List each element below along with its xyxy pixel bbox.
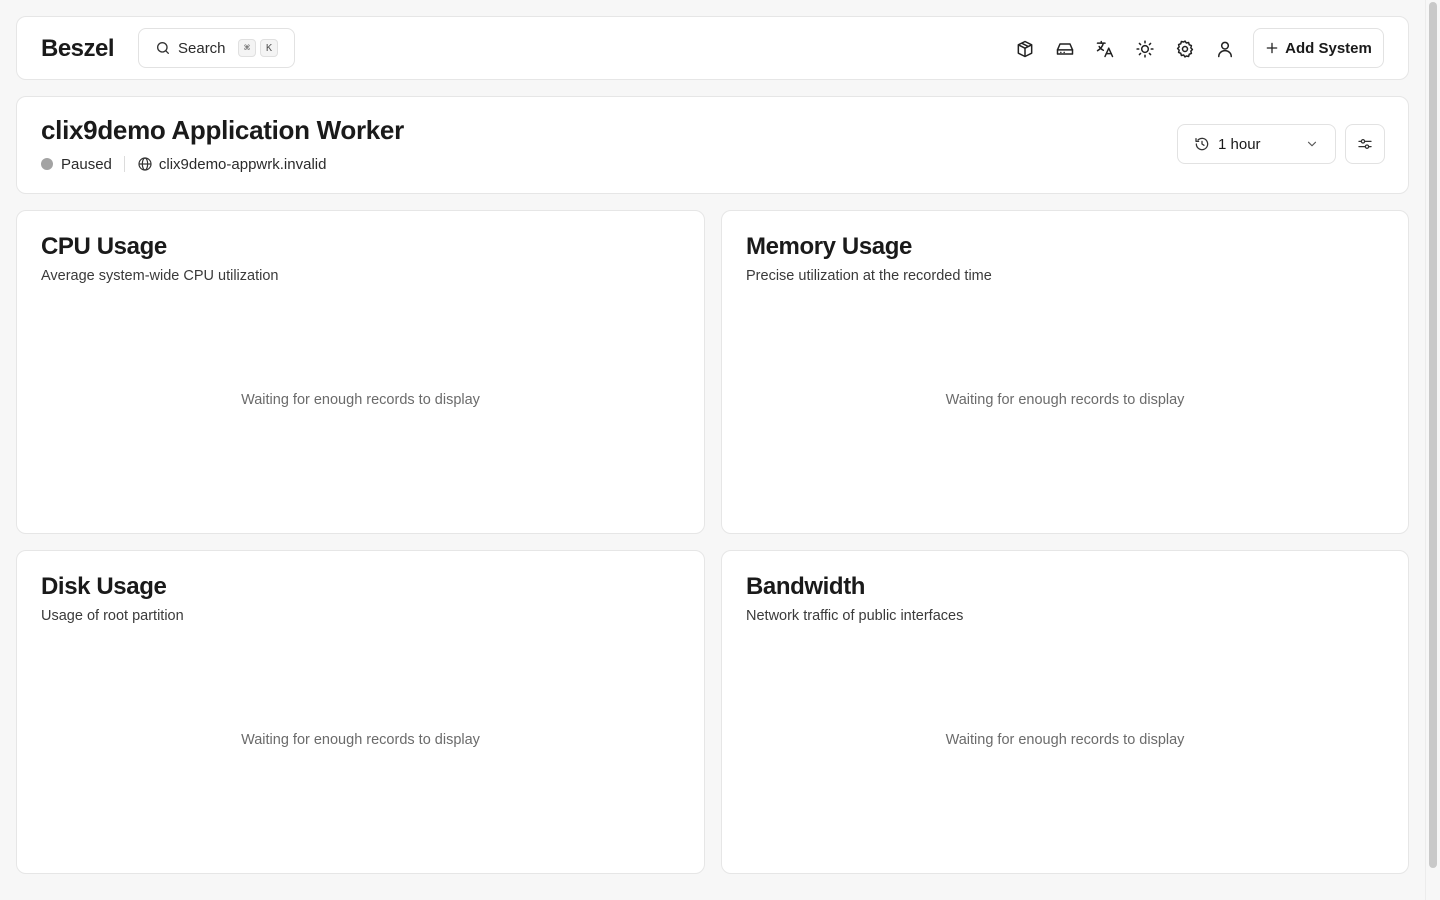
system-name: clix9demo Application Worker [41,115,404,145]
bandwidth-card: Bandwidth Network traffic of public inte… [721,550,1409,874]
system-meta: Paused clix9demo-appwrk.invalid [41,154,326,174]
time-range-select[interactable]: 1 hour [1177,124,1336,164]
search-icon [155,40,171,56]
chart-description: Network traffic of public interfaces [746,608,964,624]
status-dot [41,158,53,170]
chart-description: Usage of root partition [41,608,184,624]
page: Beszel Search ⌘ K Add System clix9demo A… [0,0,1440,900]
add-system-button[interactable]: Add System [1253,28,1384,68]
nav-icon-group [1013,37,1237,61]
chart-settings-button[interactable] [1345,124,1385,164]
search-label: Search [178,39,226,57]
chart-description: Precise utilization at the recorded time [746,268,992,284]
chart-empty-state: Waiting for enough records to display [241,732,480,748]
system-info-card: clix9demo Application Worker Paused clix… [16,96,1409,194]
chart-empty-state: Waiting for enough records to display [945,392,1185,408]
sliders-icon [1357,136,1373,152]
chevron-down-icon [1305,137,1319,151]
memory-usage-card: Memory Usage Precise utilization at the … [721,210,1409,534]
theme-icon[interactable] [1133,37,1157,61]
time-range-value: 1 hour [1218,135,1261,153]
search-button[interactable]: Search ⌘ K [138,28,295,68]
app-logo[interactable]: Beszel [41,35,115,63]
chart-empty-state: Waiting for enough records to display [241,392,480,408]
scrollbar-thumb[interactable] [1429,2,1437,868]
chart-title: CPU Usage [41,233,167,260]
history-icon [1194,136,1210,152]
plus-icon [1265,41,1279,55]
chart-title: Disk Usage [41,573,167,600]
disk-icon[interactable] [1053,37,1077,61]
chart-description: Average system-wide CPU utilization [41,268,279,284]
disk-usage-card: Disk Usage Usage of root partition Waiti… [16,550,705,874]
page-scrollbar[interactable] [1425,0,1440,900]
chart-title: Memory Usage [746,233,912,260]
meta-divider [123,156,125,172]
user-icon[interactable] [1213,37,1237,61]
settings-icon[interactable] [1173,37,1197,61]
status-text: Paused [61,155,112,173]
add-system-label: Add System [1285,39,1372,57]
language-icon[interactable] [1093,37,1117,61]
containers-icon[interactable] [1013,37,1037,61]
host-address[interactable]: clix9demo-appwrk.invalid [159,156,327,173]
top-navbar: Beszel Search ⌘ K Add System [16,16,1409,80]
chart-title: Bandwidth [746,573,866,600]
globe-icon [137,156,153,172]
shortcut-letter-key: K [260,39,278,57]
cpu-usage-card: CPU Usage Average system-wide CPU utiliz… [16,210,705,534]
shortcut-modifier-key: ⌘ [238,39,256,57]
chart-empty-state: Waiting for enough records to display [945,732,1185,748]
